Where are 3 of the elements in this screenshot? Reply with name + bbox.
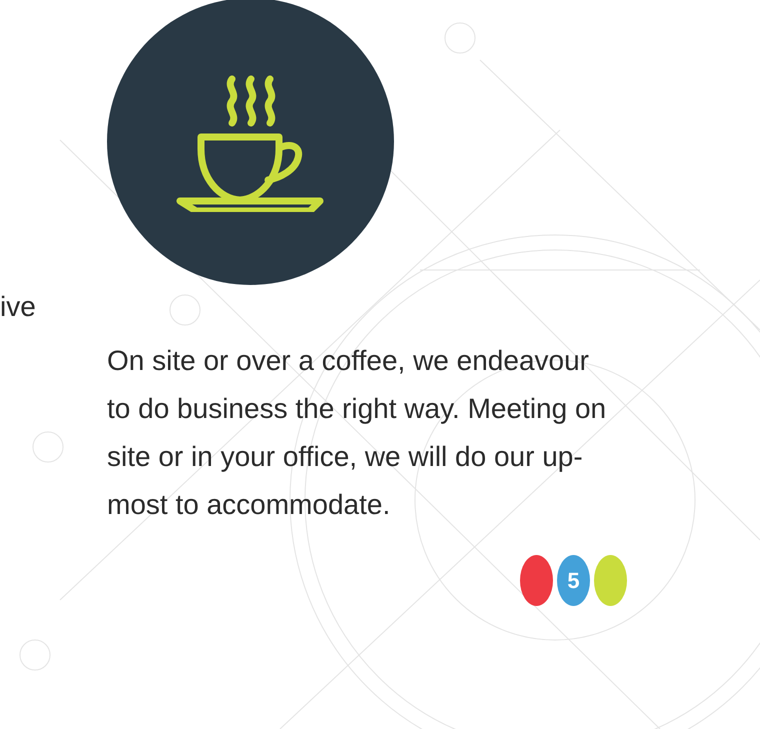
number-dot: 5: [557, 555, 590, 606]
side-text: ive: [0, 290, 37, 324]
body-paragraph: On site or over a coffee, we endeavour to do business the right way. Meeting on site or in your office, we will do our up-most to accommodate.: [107, 344, 608, 522]
